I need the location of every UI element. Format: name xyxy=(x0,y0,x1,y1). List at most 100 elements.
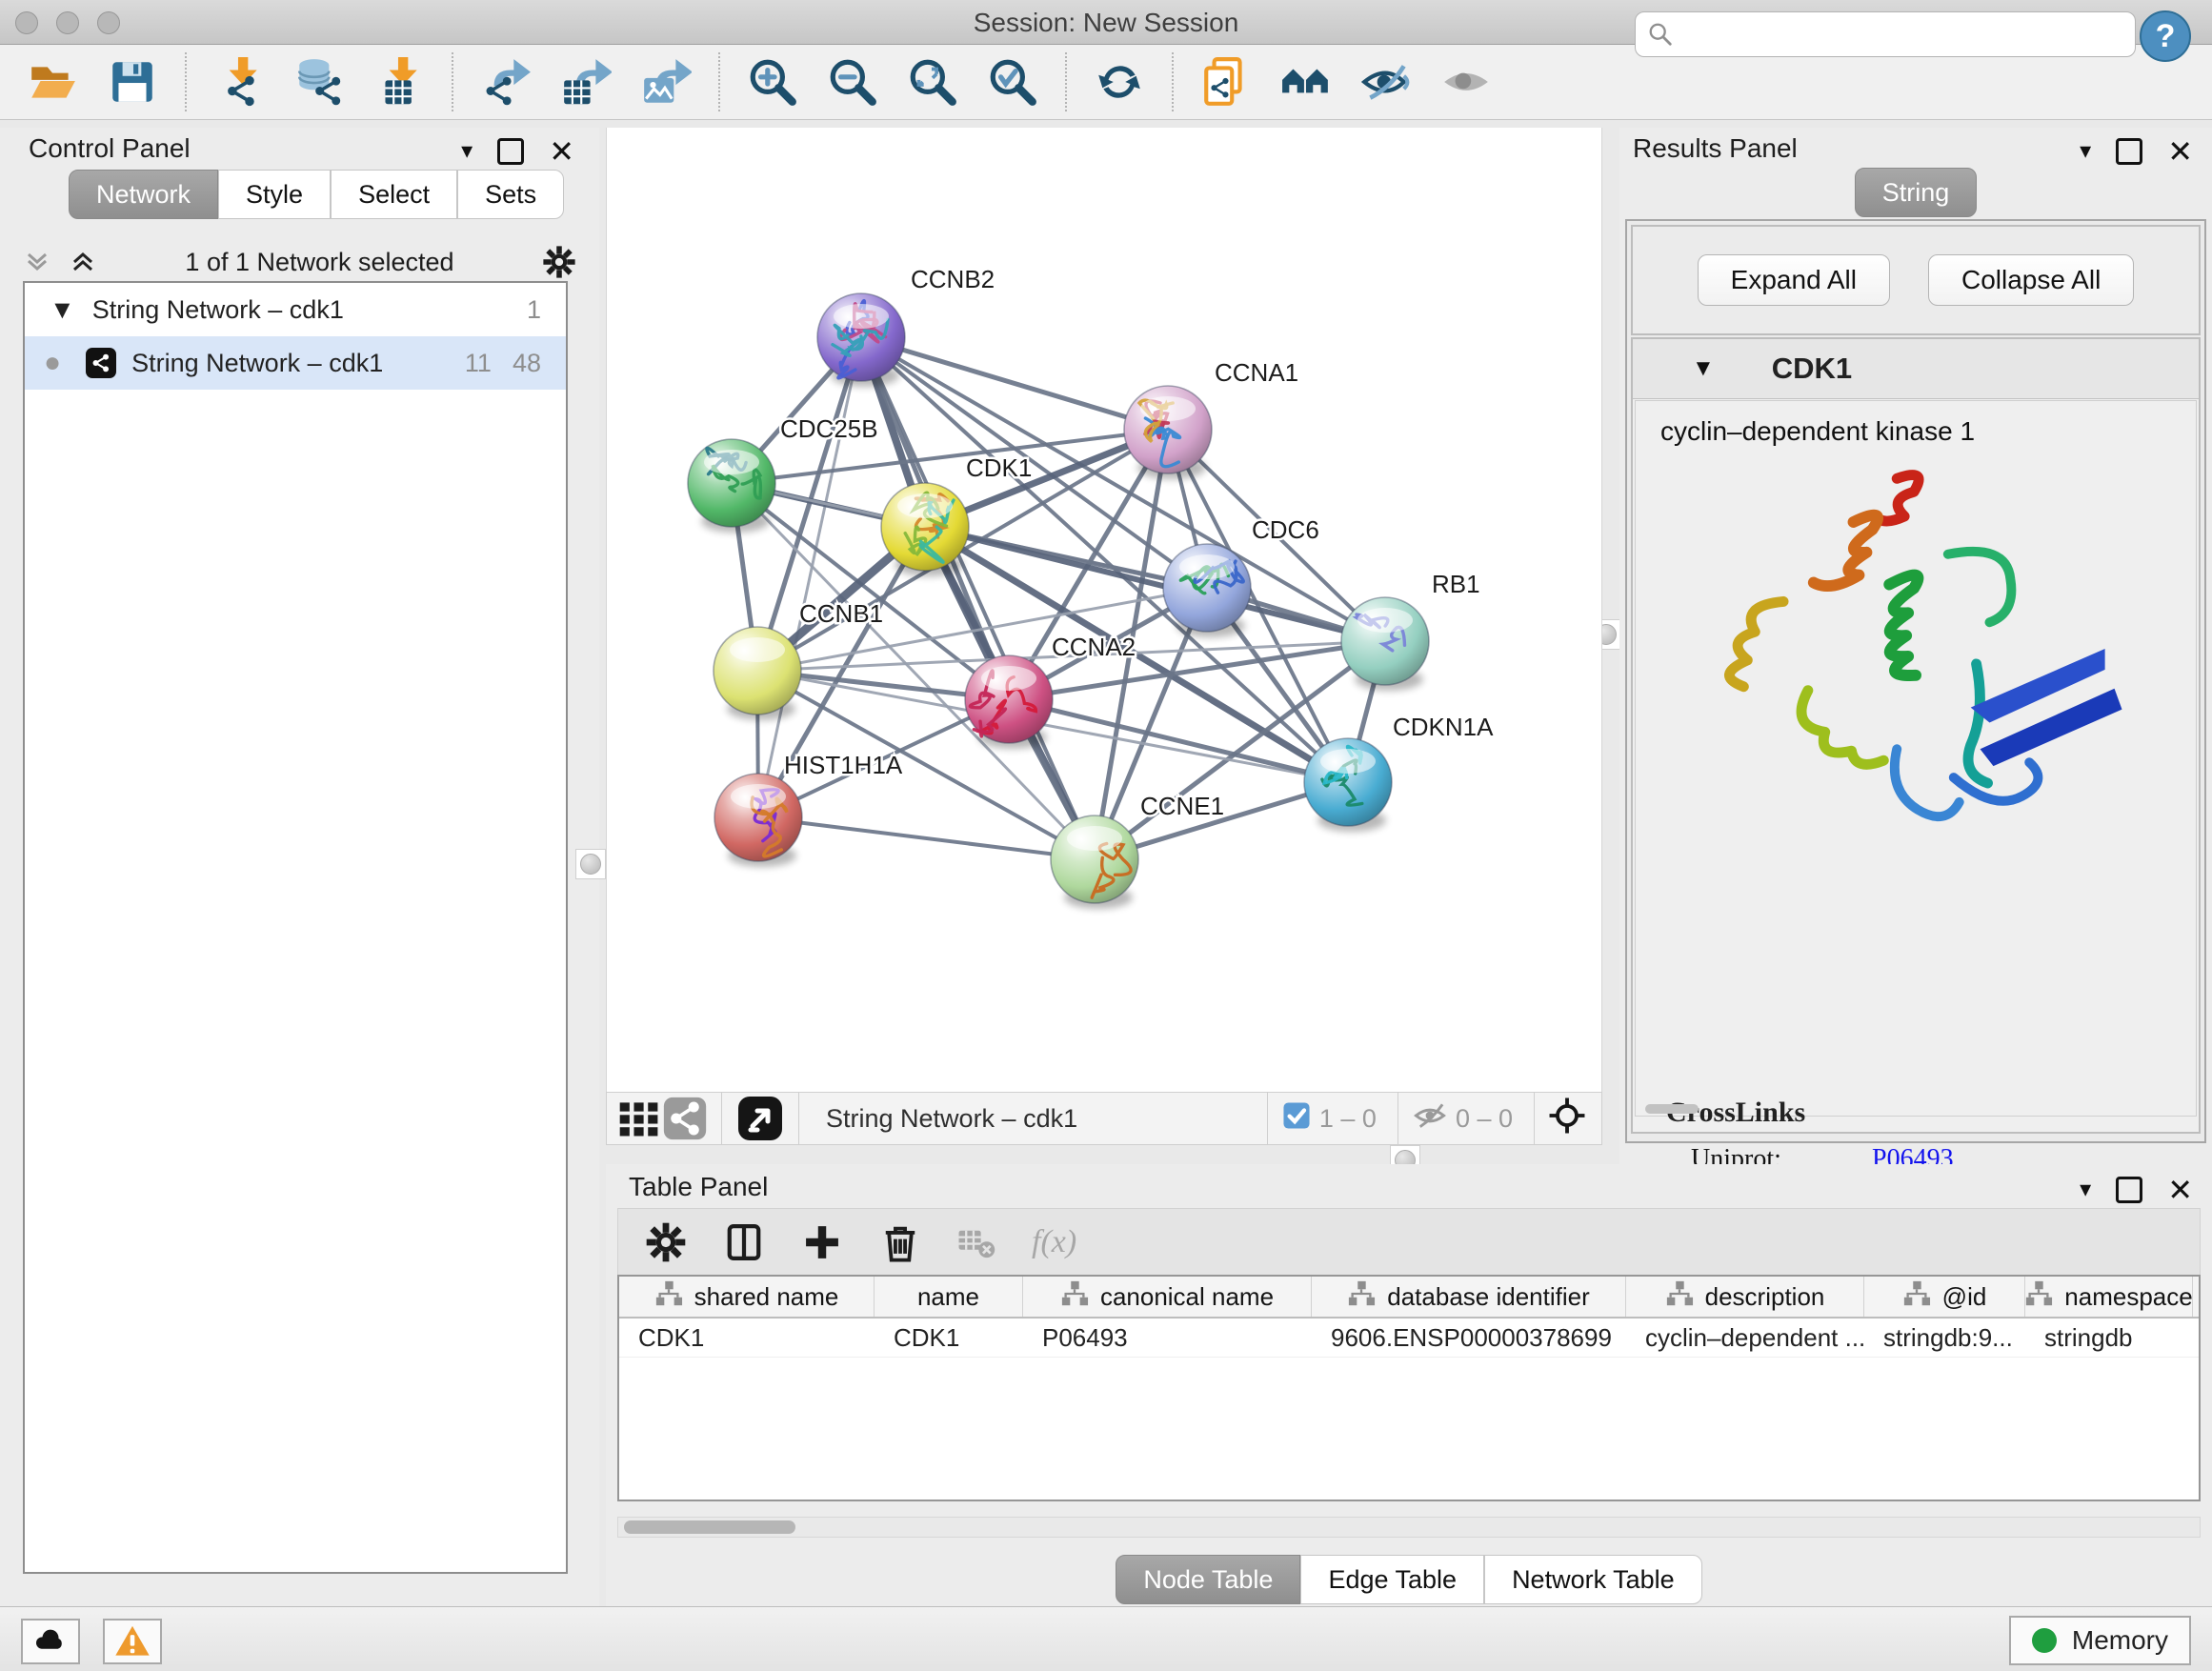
left-splitter-handle[interactable] xyxy=(575,849,606,879)
network-edge[interactable] xyxy=(925,527,1385,641)
tab-edge-table[interactable]: Edge Table xyxy=(1300,1555,1484,1604)
refresh-layout-icon[interactable] xyxy=(1092,54,1147,110)
column-header-shared-name[interactable]: shared name xyxy=(619,1277,875,1317)
hidden-eye-slash-icon[interactable] xyxy=(1412,1097,1448,1140)
table-cell: stringdb:9... xyxy=(1864,1319,2025,1357)
float-results-icon[interactable] xyxy=(2116,138,2142,165)
column-label: description xyxy=(1705,1282,1825,1312)
expand-all-button[interactable]: Expand All xyxy=(1698,254,1890,306)
column-header-namespace[interactable]: namespace xyxy=(2025,1277,2193,1317)
tab-node-table[interactable]: Node Table xyxy=(1116,1555,1300,1604)
column-header-database-identifier[interactable]: database identifier xyxy=(1312,1277,1626,1317)
tree-expander-icon[interactable]: ▼ xyxy=(50,295,75,325)
tab-sets[interactable]: Sets xyxy=(457,170,564,219)
column-header-canonical-name[interactable]: canonical name xyxy=(1023,1277,1312,1317)
network-edge[interactable] xyxy=(758,817,1095,859)
table-cell: CDK1 xyxy=(619,1319,875,1357)
export-image-icon[interactable] xyxy=(638,54,694,110)
open-session-icon[interactable] xyxy=(25,54,80,110)
results-horizontal-scrollbar[interactable] xyxy=(1645,1104,1699,1114)
network-edge[interactable] xyxy=(758,337,861,817)
network-column-icon xyxy=(654,1279,683,1315)
warnings-button[interactable] xyxy=(103,1619,162,1664)
zoom-out-icon[interactable] xyxy=(825,54,880,110)
delete-column-icon[interactable] xyxy=(879,1221,921,1263)
node-CCNE1[interactable] xyxy=(1051,815,1138,909)
node-table-grid[interactable]: shared name name canonical namedatabase id… xyxy=(617,1275,2201,1501)
show-columns-icon[interactable] xyxy=(723,1221,765,1263)
cloud-status-button[interactable] xyxy=(21,1619,80,1664)
node-HIST1H1A[interactable] xyxy=(714,774,802,867)
export-table-icon[interactable] xyxy=(558,54,613,110)
zoom-selected-icon[interactable] xyxy=(985,54,1040,110)
collapse-all-button[interactable]: Collapse All xyxy=(1928,254,2134,306)
node-CDC25B[interactable] xyxy=(688,439,775,533)
collapse-panel-icon[interactable]: ▾ xyxy=(461,137,473,165)
close-panel-icon[interactable]: ✕ xyxy=(549,141,574,162)
close-results-icon[interactable]: ✕ xyxy=(2167,141,2193,162)
search-input[interactable] xyxy=(1674,19,2123,50)
close-table-icon[interactable]: ✕ xyxy=(2167,1179,2193,1200)
column-label: name xyxy=(917,1282,979,1312)
save-session-icon[interactable] xyxy=(105,54,160,110)
column-header-name[interactable]: name xyxy=(875,1277,1023,1317)
clone-network-icon[interactable] xyxy=(1198,54,1254,110)
node-CCNA1[interactable] xyxy=(1124,386,1212,479)
network-collection-row[interactable]: ▼ String Network – cdk1 1 xyxy=(25,283,566,336)
selected-checkbox-icon[interactable] xyxy=(1281,1100,1312,1137)
fit-selected-crosshair-icon[interactable] xyxy=(1548,1097,1586,1141)
network-edge[interactable] xyxy=(861,337,1168,430)
import-table-icon[interactable] xyxy=(372,54,427,110)
node-CDK1[interactable] xyxy=(881,483,969,576)
open-in-window-icon[interactable] xyxy=(735,1091,785,1146)
table-settings-gear-icon[interactable] xyxy=(645,1221,687,1263)
table-row[interactable]: CDK1CDK1P064939606.ENSP00000378699cyclin… xyxy=(619,1319,2199,1358)
collapse-table-icon[interactable]: ▾ xyxy=(2080,1176,2091,1203)
toggle-graphics-icon[interactable] xyxy=(1358,54,1414,110)
collapse-results-icon[interactable]: ▾ xyxy=(2080,137,2091,165)
function-builder-button: f(x) xyxy=(1032,1224,1076,1260)
zoom-fit-icon[interactable] xyxy=(905,54,960,110)
node-result-header[interactable]: ▼ CDK1 xyxy=(1633,339,2199,399)
birdseye-grid-icon[interactable] xyxy=(616,1091,662,1146)
import-network-icon[interactable] xyxy=(211,54,267,110)
tab-network-table[interactable]: Network Table xyxy=(1484,1555,1702,1604)
node-CCNB1[interactable] xyxy=(714,627,801,720)
help-button[interactable]: ? xyxy=(2140,10,2191,62)
edge-count: 48 xyxy=(513,349,541,378)
add-column-icon[interactable] xyxy=(801,1221,843,1263)
node-result-expander-icon[interactable]: ▼ xyxy=(1692,355,1715,382)
node-RB1[interactable] xyxy=(1341,597,1429,691)
tab-style[interactable]: Style xyxy=(218,170,331,219)
column-header-@id[interactable]: @id xyxy=(1864,1277,2025,1317)
node-CCNA2[interactable] xyxy=(965,655,1053,749)
string-network-icon xyxy=(86,348,116,378)
string-view-icon[interactable] xyxy=(662,1091,708,1146)
network-options-gear-icon[interactable] xyxy=(542,245,576,279)
scrollbar-thumb[interactable] xyxy=(624,1520,795,1534)
results-panel-title: Results Panel xyxy=(1633,133,1798,164)
zoom-in-icon[interactable] xyxy=(745,54,800,110)
graphics-details-icon[interactable] xyxy=(1438,54,1494,110)
node-label-CCNE1: CCNE1 xyxy=(1140,792,1224,820)
network-edge[interactable] xyxy=(861,337,1095,859)
tab-network[interactable]: Network xyxy=(69,170,218,219)
network-row-selected[interactable]: ● String Network – cdk1 11 48 xyxy=(25,336,566,390)
float-table-icon[interactable] xyxy=(2116,1177,2142,1203)
collapse-all-networks-icon[interactable] xyxy=(23,248,51,276)
search-box[interactable] xyxy=(1635,11,2136,57)
network-column-icon xyxy=(1665,1279,1694,1315)
import-database-icon[interactable] xyxy=(292,54,347,110)
table-horizontal-scrollbar[interactable] xyxy=(617,1517,2201,1538)
export-network-icon[interactable] xyxy=(478,54,533,110)
node-CDKN1A[interactable] xyxy=(1304,738,1392,832)
column-header-description[interactable]: description xyxy=(1626,1277,1864,1317)
float-panel-icon[interactable] xyxy=(497,138,524,165)
crosslinks-heading: CrossLinks xyxy=(1666,1097,2177,1129)
tab-string[interactable]: String xyxy=(1855,168,1978,217)
expand-all-networks-icon[interactable] xyxy=(69,248,97,276)
hide-panels-icon[interactable] xyxy=(1278,54,1334,110)
tab-select[interactable]: Select xyxy=(331,170,457,219)
network-canvas[interactable]: CCNB2CCNA1CDC25BCDK1CDC6RB1CCNB1CCNA2CDK… xyxy=(606,128,1602,1092)
memory-button[interactable]: Memory xyxy=(2009,1616,2191,1665)
